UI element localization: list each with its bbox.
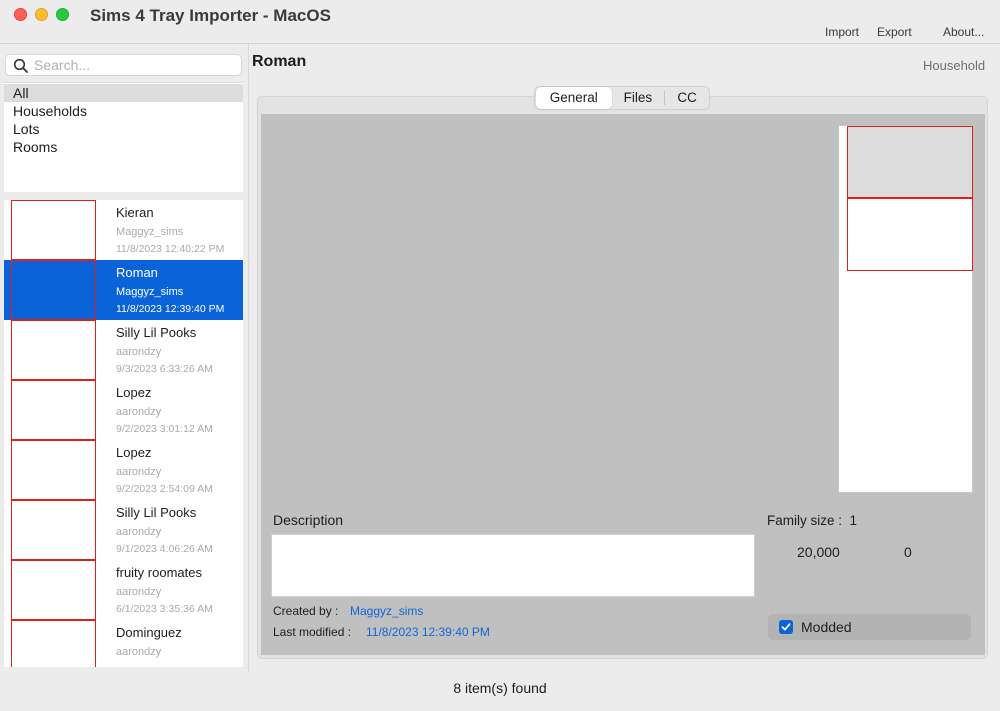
detail-title: Roman — [252, 53, 307, 70]
list-item[interactable]: Lopez aarondzy 9/2/2023 3:01:12 AM — [4, 380, 243, 440]
window-title: Sims 4 Tray Importer - MacOS — [90, 6, 331, 25]
family-size-value: 1 — [849, 513, 858, 528]
item-name: Lopez — [116, 445, 152, 460]
detail-type-label: Household — [923, 58, 986, 73]
item-author: aarondzy — [116, 406, 162, 418]
item-name: Dominguez — [116, 625, 182, 640]
item-author: aarondzy — [116, 646, 162, 658]
thumbnail-placeholder — [11, 560, 96, 620]
modded-checkbox[interactable] — [779, 620, 793, 634]
tab-files[interactable]: Files — [612, 87, 665, 109]
created-by-link[interactable]: Maggyz_sims — [350, 604, 423, 618]
list-item[interactable]: Silly Lil Pooks aarondzy 9/1/2023 4:06:2… — [4, 500, 243, 560]
tab-cc[interactable]: CC — [665, 87, 709, 109]
list-item[interactable]: Dominguez aarondzy — [4, 620, 243, 667]
title-bar: Sims 4 Tray Importer - MacOS Import Expo… — [0, 0, 1000, 44]
thumbnail-placeholder — [11, 320, 96, 380]
item-date: 11/8/2023 12:40:22 PM — [116, 243, 225, 255]
list-item[interactable]: fruity roomates aarondzy 6/1/2023 3:35:3… — [4, 560, 243, 620]
maximize-window-button[interactable] — [56, 8, 69, 21]
item-name: Silly Lil Pooks — [116, 325, 197, 340]
item-author: Maggyz_sims — [116, 286, 184, 298]
tray-item-list[interactable]: Kieran Maggyz_sims 11/8/2023 12:40:22 PM… — [4, 200, 243, 667]
category-all[interactable]: All — [4, 84, 243, 102]
status-text: 8 item(s) found — [453, 680, 547, 696]
household-funds: 20,000 — [797, 544, 840, 560]
search-input[interactable] — [34, 56, 234, 74]
minimize-window-button[interactable] — [35, 8, 48, 21]
modded-toggle[interactable]: Modded — [768, 614, 971, 640]
last-modified-label: Last modified : — [273, 625, 352, 639]
category-list: All Households Lots Rooms — [4, 82, 243, 192]
item-author: aarondzy — [116, 526, 162, 538]
list-item-selected[interactable]: Roman Maggyz_sims 11/8/2023 12:39:40 PM — [4, 260, 243, 320]
item-author: Maggyz_sims — [116, 226, 184, 238]
modded-label: Modded — [801, 619, 852, 635]
category-rooms[interactable]: Rooms — [4, 138, 243, 156]
list-item[interactable]: Silly Lil Pooks aarondzy 9/3/2023 6:33:2… — [4, 320, 243, 380]
category-lots[interactable]: Lots — [4, 120, 243, 138]
tab-general[interactable]: General — [536, 87, 612, 109]
item-author: aarondzy — [116, 466, 162, 478]
search-icon — [13, 58, 28, 73]
item-name: fruity roomates — [116, 565, 202, 580]
thumbnail-placeholder — [11, 260, 96, 320]
item-author: aarondzy — [116, 586, 162, 598]
import-menu[interactable]: Import — [825, 25, 859, 39]
search-field[interactable] — [5, 54, 242, 76]
thumbnail-placeholder — [11, 500, 96, 560]
sim-thumbnail-placeholder[interactable] — [847, 126, 973, 198]
about-menu[interactable]: About... — [943, 25, 984, 39]
thumbnail-placeholder — [11, 440, 96, 500]
family-size-caption: Family size : — [767, 513, 843, 528]
item-author: aarondzy — [116, 346, 162, 358]
item-date: 6/1/2023 3:35:36 AM — [116, 603, 213, 615]
item-date: 11/8/2023 12:39:40 PM — [116, 303, 225, 315]
description-field[interactable] — [271, 534, 755, 597]
thumbnail-placeholder — [11, 380, 96, 440]
item-date: 9/3/2023 6:33:26 AM — [116, 363, 213, 375]
list-item[interactable]: Lopez aarondzy 9/2/2023 2:54:09 AM — [4, 440, 243, 500]
tab-bar: General Files CC — [534, 86, 710, 110]
last-modified-value: 11/8/2023 12:39:40 PM — [366, 625, 490, 639]
item-date: 9/1/2023 4:06:26 AM — [116, 543, 213, 555]
item-date: 9/2/2023 2:54:09 AM — [116, 483, 213, 495]
thumbnail-placeholder — [11, 620, 96, 667]
item-name: Kieran — [116, 205, 154, 220]
item-name: Roman — [116, 265, 158, 280]
close-window-button[interactable] — [14, 8, 27, 21]
created-by-label: Created by : — [273, 604, 339, 618]
household-stat: 0 — [904, 544, 912, 560]
item-name: Silly Lil Pooks — [116, 505, 197, 520]
category-households[interactable]: Households — [4, 102, 243, 120]
sim-thumbnail-placeholder[interactable] — [847, 198, 973, 271]
item-name: Lopez — [116, 385, 152, 400]
list-item[interactable]: Kieran Maggyz_sims 11/8/2023 12:40:22 PM — [4, 200, 243, 260]
checkmark-icon — [781, 623, 791, 631]
item-date: 9/2/2023 3:01:12 AM — [116, 423, 213, 435]
split-divider[interactable] — [248, 44, 249, 671]
description-label: Description — [273, 512, 344, 528]
thumbnail-placeholder — [11, 200, 96, 260]
family-size-label: Family size : 1 — [767, 513, 857, 528]
export-menu[interactable]: Export — [877, 25, 912, 39]
